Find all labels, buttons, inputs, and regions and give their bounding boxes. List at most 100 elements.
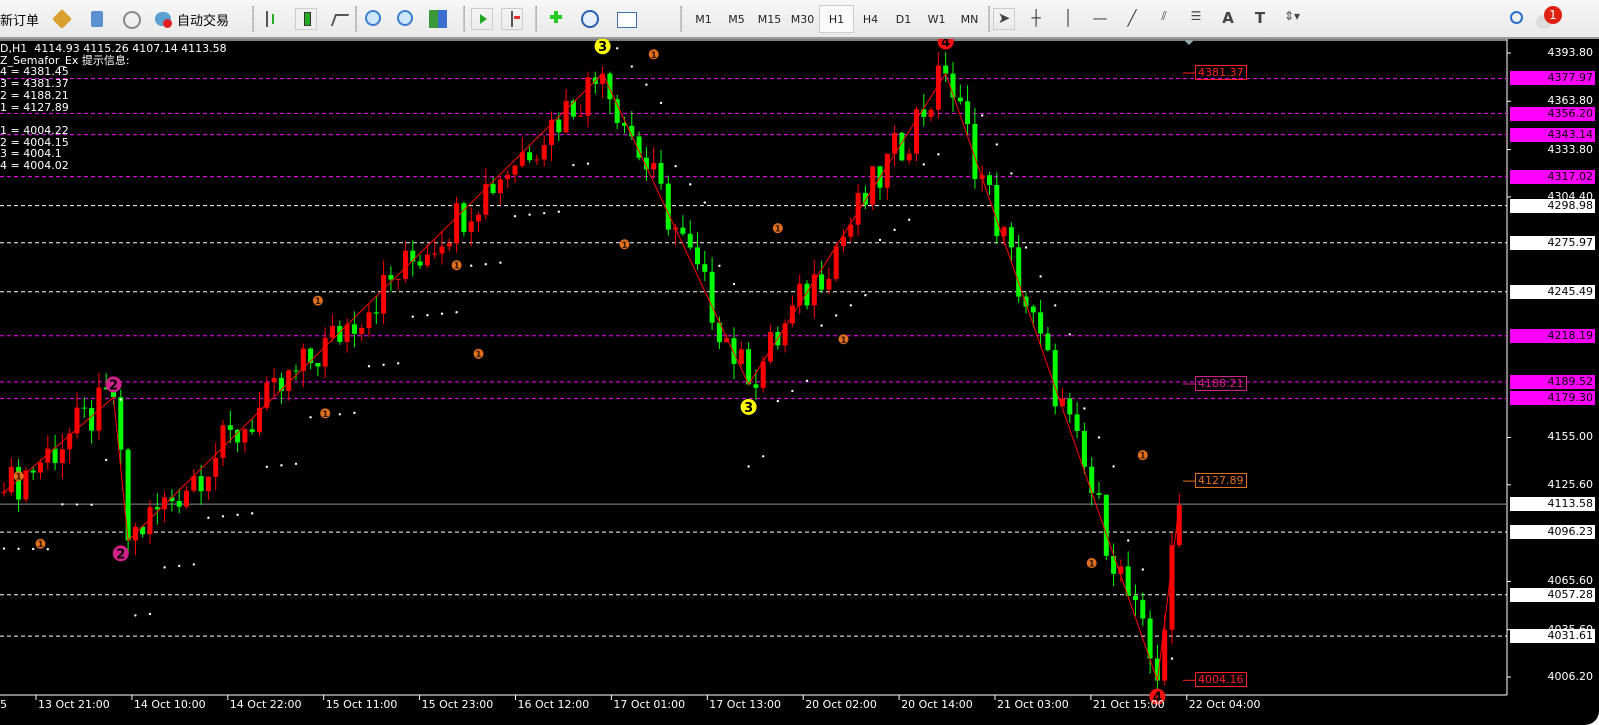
bullish-candle [322,337,328,367]
bearish-candle [746,349,752,385]
bullish-candle [578,115,584,117]
bearish-candle [695,247,700,265]
timeframe-mn[interactable]: MN [953,6,986,32]
bar-chart-icon[interactable] [262,9,282,29]
bearish-candle [994,184,1000,237]
bullish-candle [213,457,219,477]
text-label-icon[interactable]: T [1250,9,1270,29]
sar-dot [192,563,195,566]
timeframe-h1[interactable]: H1 [819,5,854,33]
new-order-button[interactable]: 新订单 [0,6,39,32]
price-axis-label: 4155.00 [1547,430,1594,444]
periods-icon[interactable] [580,9,600,29]
time-axis-label: 22 Oct 04:00 [1188,698,1261,711]
templates-icon[interactable] [616,9,637,29]
tile-windows-icon[interactable] [428,9,448,29]
bearish-candle [1067,398,1073,415]
timeframe-m30[interactable]: M30 [786,6,819,32]
bearish-candle [249,429,255,432]
sar-dot [543,211,546,215]
sar-dot [762,455,765,458]
timeframe-d1[interactable]: D1 [887,6,920,32]
sar-dot [470,264,473,267]
bullish-candle [1169,545,1175,630]
magenta-level-label: 4179.30 [1510,391,1595,406]
zoom-in-icon[interactable] [364,9,384,29]
white-level-label: 4031.61 [1510,629,1595,644]
sar-dot [119,398,123,401]
sar-dot [1112,465,1115,468]
chart-shift-icon[interactable] [501,8,523,30]
navigator-icon[interactable] [88,9,108,29]
bullish-candle [1,492,7,494]
search-icon[interactable] [1505,9,1525,29]
sar-dot [105,458,108,462]
signals-icon[interactable] [121,9,141,29]
sar-dot [426,314,429,317]
crosshair-icon[interactable]: ┼ [1026,9,1046,29]
bearish-candle [1081,430,1087,467]
bullish-candle [811,274,817,306]
timeframe-w1[interactable]: W1 [920,6,953,32]
fibo-levels-icon[interactable]: ☰ [1186,9,1206,29]
sar-dot [805,379,809,383]
bearish-candle [731,338,737,364]
arrows-icon[interactable]: ⇕▾ [1282,9,1302,29]
auto-trading-button[interactable]: 自动交易 [153,6,229,32]
white-level-label: 4298.98 [1510,198,1595,213]
time-axis-label: 17 Oct 01:00 [613,698,686,711]
bullish-candle [439,246,445,254]
bullish-candle [826,278,832,290]
sar-dot [90,503,93,506]
price-axis-label: 4333.80 [1547,142,1594,156]
bullish-candle [797,283,803,306]
vertical-line-icon[interactable]: │ [1058,9,1078,29]
sar-dot [849,304,852,307]
sar-dot [148,612,152,616]
sar-dot [528,213,531,216]
bullish-candle [928,109,934,117]
sar-dot [411,315,414,318]
bullish-candle [651,163,657,170]
magenta-level-label: 4189.52 [1510,374,1595,389]
auto-scroll-icon[interactable] [471,8,493,30]
trendline-icon[interactable]: ╱ [1122,9,1142,29]
bearish-candle [1052,350,1058,407]
bearish-candle [1147,618,1153,659]
indicators-icon[interactable] [544,9,564,29]
time-axis-label: 13 Oct 21:00 [38,698,110,711]
bearish-candle [293,370,299,372]
sar-dot [835,314,838,317]
bullish-candle [454,203,460,244]
candlestick-icon[interactable] [295,8,317,30]
white-level-label: 4245.49 [1510,284,1595,299]
timeframe-h4[interactable]: H4 [854,6,887,32]
bearish-candle [709,271,715,323]
sar-dot [265,465,268,469]
cursor-icon[interactable]: ➤ [993,8,1015,30]
price-label: 4127.89 [1195,473,1247,489]
timeframe-m15[interactable]: M15 [753,6,786,32]
price-chart[interactable]: 314223411111111111 D,H1 4114.93 4115.26 … [0,39,1599,725]
bearish-candle [198,476,204,492]
text-icon[interactable]: A [1218,9,1238,29]
sar-dot [280,464,283,467]
semafor-number: 1 [453,262,459,272]
price-label: 4381.37 [1195,65,1247,80]
bullish-candle [738,349,744,364]
meta-editor-icon[interactable] [52,9,72,29]
fibo-channel-icon[interactable]: ⫽ [1154,9,1174,29]
line-chart-icon[interactable] [330,9,350,29]
chat-icon[interactable]: 1 [1536,6,1562,29]
timeframe-m1[interactable]: M1 [687,6,720,32]
bearish-candle [235,429,241,443]
sar-dot [163,566,166,569]
semafor-number: 1 [840,336,846,346]
timeframe-m5[interactable]: M5 [720,6,753,32]
chart-shift-marker [1184,40,1194,45]
semafor-number: 3 [744,401,753,416]
bearish-candle [30,470,36,473]
horizontal-line-icon[interactable]: — [1090,9,1110,29]
bearish-candle [1030,306,1036,313]
zoom-out-icon[interactable] [396,9,416,29]
